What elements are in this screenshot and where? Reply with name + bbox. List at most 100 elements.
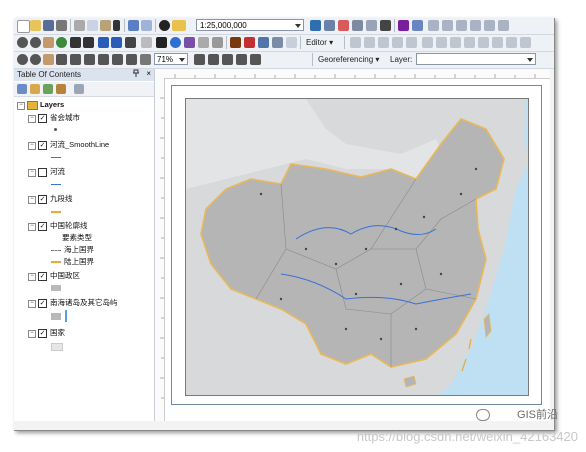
select-elements-icon[interactable] <box>156 37 167 48</box>
delete-icon[interactable] <box>113 20 120 31</box>
forward-extent-icon[interactable] <box>111 37 122 48</box>
toc-layer-row[interactable]: − ✓ 国家 <box>14 327 154 339</box>
copy-icon[interactable] <box>87 20 98 31</box>
toggle-draft-mode-icon[interactable] <box>194 54 205 65</box>
collapse-icon[interactable]: − <box>28 169 36 177</box>
chevron-down-icon[interactable] <box>179 58 185 62</box>
create-viewer-icon[interactable] <box>286 37 297 48</box>
measure-icon[interactable] <box>212 37 223 48</box>
georef-layer-select[interactable] <box>416 53 536 65</box>
search-window-icon[interactable] <box>352 20 363 31</box>
reshape-icon[interactable] <box>436 37 447 48</box>
layout-zoom-in-icon[interactable] <box>17 54 28 65</box>
collapse-icon[interactable]: − <box>28 273 36 281</box>
save-icon[interactable] <box>43 20 54 31</box>
layer-visibility-checkbox[interactable]: ✓ <box>38 141 47 150</box>
layer-visibility-checkbox[interactable]: ✓ <box>38 195 47 204</box>
chevron-down-icon[interactable] <box>295 24 301 28</box>
layout-pan-icon[interactable] <box>43 54 54 65</box>
toc-layer-row[interactable]: − ✓ 河流_SmoothLine <box>14 139 154 151</box>
focus-data-frame-icon[interactable] <box>208 54 219 65</box>
toc-layer-row[interactable]: − 河流 <box>14 166 154 178</box>
change-layout-icon[interactable] <box>222 54 233 65</box>
layer-visibility-checkbox[interactable] <box>38 168 47 177</box>
layer-visibility-checkbox[interactable]: ✓ <box>38 299 47 308</box>
toc-layers-root[interactable]: − Layers <box>14 99 154 111</box>
clear-selection-icon[interactable] <box>141 37 152 48</box>
collapse-icon[interactable]: − <box>28 330 36 338</box>
fixed-zoom-in-icon[interactable] <box>70 37 81 48</box>
map-scale-combo[interactable]: 1:25,000,000 <box>196 19 304 31</box>
fixed-zoom-in-layout-icon[interactable] <box>84 54 95 65</box>
new-document-icon[interactable] <box>17 20 30 33</box>
auto-hide-pin-icon[interactable] <box>132 69 140 79</box>
full-extent-icon[interactable] <box>56 37 67 48</box>
georeferencing-menu[interactable]: Georeferencing ▾ <box>318 54 379 66</box>
collapse-icon[interactable]: − <box>28 115 36 123</box>
cut-polygons-icon[interactable] <box>450 37 461 48</box>
find-icon[interactable] <box>230 37 241 48</box>
zoom-whole-page-icon[interactable] <box>56 54 67 65</box>
layout-grid-icon[interactable] <box>140 54 151 65</box>
tool-b-icon[interactable] <box>442 20 453 31</box>
rotate-icon[interactable] <box>478 37 489 48</box>
collapse-icon[interactable]: − <box>28 300 36 308</box>
layer-visibility-checkbox[interactable]: ✓ <box>38 272 47 281</box>
go-back-extent-icon[interactable] <box>112 54 123 65</box>
layout-zoom-combo[interactable]: 71% <box>154 53 188 65</box>
data-frame[interactable] <box>185 98 529 396</box>
tool-d-icon[interactable] <box>470 20 481 31</box>
html-popup-icon[interactable] <box>198 37 209 48</box>
go-forward-extent-icon[interactable] <box>126 54 137 65</box>
layer-visibility-checkbox[interactable]: ✓ <box>38 114 47 123</box>
sketch-properties-icon[interactable] <box>506 37 517 48</box>
point-icon[interactable] <box>406 37 417 48</box>
add-data-icon[interactable] <box>159 20 170 31</box>
toc-layer-row[interactable]: − ✓ 南海诸岛及其它岛屿 <box>14 297 154 309</box>
model-builder-icon[interactable] <box>398 20 409 31</box>
trace-icon[interactable] <box>392 37 403 48</box>
paste-icon[interactable] <box>100 20 111 31</box>
toc-layer-row[interactable]: − ✓ 中国政区 <box>14 270 154 282</box>
pan-icon[interactable] <box>43 37 54 48</box>
tool-e-icon[interactable] <box>484 20 495 31</box>
time-slider-icon[interactable] <box>272 37 283 48</box>
table-of-contents-icon[interactable] <box>324 20 335 31</box>
straight-segment-icon[interactable] <box>378 37 389 48</box>
toc-options-icon[interactable] <box>74 84 84 94</box>
list-by-visibility-icon[interactable] <box>43 84 53 94</box>
toc-layer-row[interactable]: − ✓ 九段线 <box>14 193 154 205</box>
list-by-source-icon[interactable] <box>30 84 40 94</box>
toc-layer-row[interactable]: − ✓ 省会城市 <box>14 112 154 124</box>
zoom-out-icon[interactable] <box>30 37 41 48</box>
print-icon[interactable] <box>56 20 67 31</box>
fixed-zoom-out-layout-icon[interactable] <box>98 54 109 65</box>
redo-icon[interactable] <box>141 20 152 31</box>
hyperlink-icon[interactable] <box>184 37 195 48</box>
collapse-icon[interactable]: − <box>28 223 36 231</box>
add-data-dropdown-icon[interactable] <box>172 20 186 31</box>
create-features-icon[interactable] <box>520 37 531 48</box>
tool-f-icon[interactable] <box>498 20 509 31</box>
list-by-drawing-order-icon[interactable] <box>17 84 27 94</box>
catalog-icon[interactable] <box>338 20 349 31</box>
go-to-xy-icon[interactable] <box>258 37 269 48</box>
whats-this-icon[interactable] <box>412 20 423 31</box>
identify-icon[interactable] <box>170 37 181 48</box>
select-features-icon[interactable] <box>125 37 136 48</box>
open-folder-icon[interactable] <box>30 20 41 31</box>
chevron-down-icon[interactable] <box>527 58 533 62</box>
layout-view[interactable] <box>155 69 550 421</box>
find-route-icon[interactable] <box>244 37 255 48</box>
collapse-icon[interactable]: − <box>28 196 36 204</box>
editor-menu[interactable]: Editor ▾ <box>306 37 333 49</box>
collapse-icon[interactable]: − <box>28 142 36 150</box>
list-by-selection-icon[interactable] <box>56 84 66 94</box>
split-icon[interactable] <box>464 37 475 48</box>
data-driven-pages-icon[interactable] <box>236 54 247 65</box>
attributes-icon[interactable] <box>492 37 503 48</box>
toc-layer-row[interactable]: − ✓ 中国轮廓线 <box>14 220 154 232</box>
layout-extra-icon[interactable] <box>250 54 261 65</box>
edit-vertices-icon[interactable] <box>422 37 433 48</box>
editor-toolbar-icon[interactable] <box>310 20 321 31</box>
